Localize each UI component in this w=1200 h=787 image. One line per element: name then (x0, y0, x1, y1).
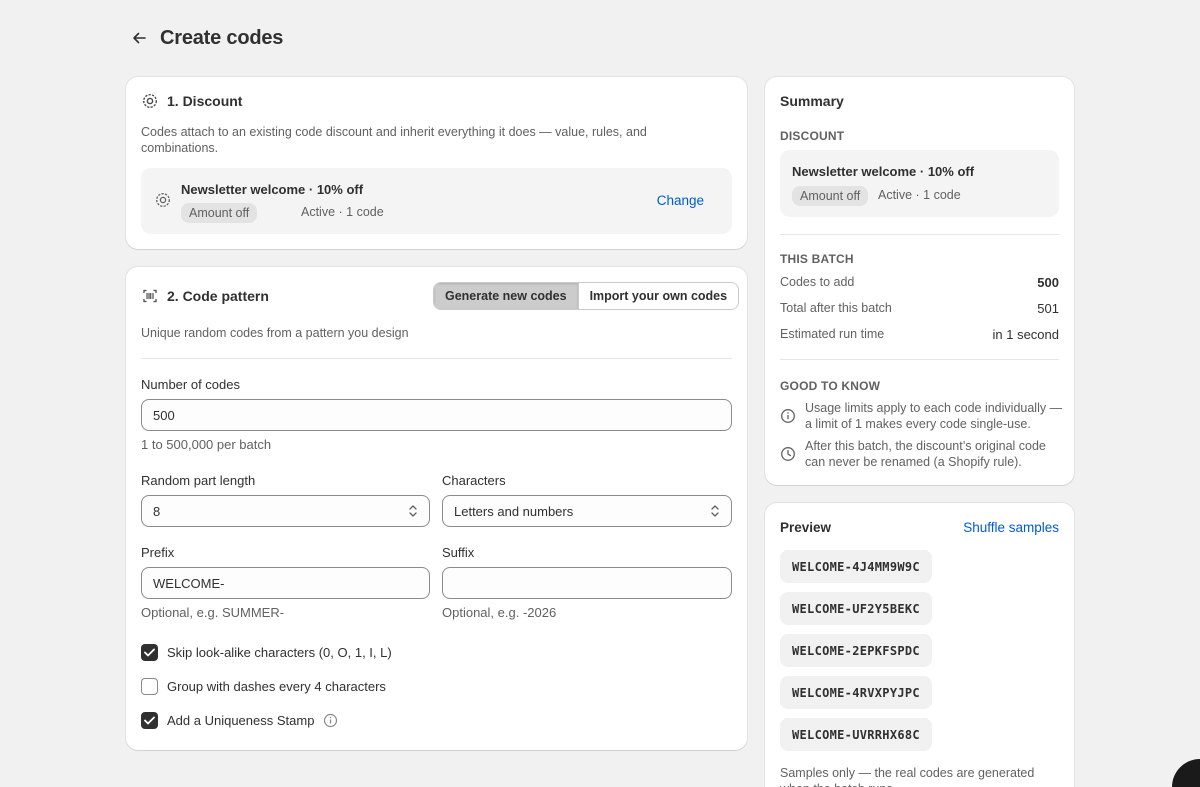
option-uniqueness-stamp: Add a Uniqueness Stamp (141, 712, 338, 729)
summary-discount-label: DISCOUNT (780, 129, 845, 143)
select-chevron-icon (408, 504, 418, 518)
note-usage-limits: Usage limits apply to each code individu… (780, 400, 1065, 432)
summary-row-codes-to-add: Codes to add 500 (780, 275, 1059, 290)
summary-row-value: in 1 second (992, 327, 1060, 342)
barcode-icon (142, 288, 158, 304)
skip-lookalike-checkbox[interactable] (141, 644, 158, 661)
number-of-codes-value: 500 (153, 407, 175, 423)
note-rename: After this batch, the discount’s origina… (780, 438, 1065, 470)
divider (780, 359, 1059, 360)
sample-code: WELCOME-2EPKFSPDC (780, 634, 932, 667)
this-batch-label: THIS BATCH (780, 252, 854, 266)
sample-code: WELCOME-4RVXPYJPC (780, 676, 932, 709)
divider (141, 358, 732, 359)
discount-type-badge: Amount off (181, 203, 258, 223)
skip-lookalike-label: Skip look-alike characters (0, O, 1, I, … (167, 645, 392, 660)
summary-row-value: 500 (1037, 275, 1059, 290)
random-length-label: Random part length (141, 473, 256, 488)
summary-discount-badge: Amount off (792, 186, 869, 206)
discount-description: Codes attach to an existing code discoun… (141, 125, 647, 155)
prefix-help: Optional, e.g. SUMMER- (141, 605, 285, 620)
group-dashes-checkbox[interactable] (141, 678, 158, 695)
code-pattern-card: 2. Code pattern Generate new codes Impor… (126, 267, 747, 750)
preview-footer: Samples only — the real codes are genera… (780, 766, 1035, 787)
info-icon[interactable] (323, 713, 338, 728)
summary-discount-name: Newsletter welcome · 10% off (792, 164, 975, 179)
summary-title: Summary (780, 93, 844, 109)
summary-row-run-time: Estimated run time in 1 second (780, 327, 1059, 342)
summary-discount-status: Active · 1 code (878, 188, 961, 202)
change-discount-link[interactable]: Change (657, 193, 704, 208)
good-to-know-label: GOOD TO KNOW (780, 379, 881, 393)
summary-row-key: Total after this batch (780, 301, 892, 315)
characters-select[interactable]: Letters and numbers (442, 495, 732, 527)
sample-code: WELCOME-UF2Y5BEKC (780, 592, 932, 625)
summary-card: Summary DISCOUNT Newsletter welcome · 10… (765, 77, 1074, 485)
uniqueness-stamp-label: Add a Uniqueness Stamp (167, 713, 315, 728)
discount-gear-icon (155, 192, 171, 208)
suffix-label: Suffix (442, 545, 475, 560)
summary-row-value: 501 (1037, 301, 1059, 316)
suffix-input[interactable] (442, 567, 732, 599)
sample-code: WELCOME-UVRRHX68C (780, 718, 932, 751)
random-length-value: 8 (153, 503, 161, 519)
group-dashes-label: Group with dashes every 4 characters (167, 679, 386, 694)
random-length-select[interactable]: 8 (141, 495, 430, 527)
note-text: After this batch, the discount’s origina… (805, 439, 1046, 469)
discount-gear-icon (142, 93, 158, 109)
preview-title: Preview (780, 520, 832, 535)
page-header: Create codes (128, 24, 283, 52)
code-pattern-title: 2. Code pattern (167, 288, 269, 304)
prefix-label: Prefix (141, 545, 175, 560)
suffix-help: Optional, e.g. -2026 (442, 605, 557, 620)
discount-card: 1. Discount Codes attach to an existing … (126, 77, 747, 249)
option-group-dashes: Group with dashes every 4 characters (141, 678, 386, 695)
discount-card-title: 1. Discount (167, 93, 243, 109)
preview-card: Preview Shuffle samples WELCOME-4J4MM9W9… (765, 503, 1074, 787)
code-pattern-description: Unique random codes from a pattern you d… (141, 326, 409, 340)
shuffle-samples-link[interactable]: Shuffle samples (963, 520, 1059, 535)
summary-row-total-after: Total after this batch 501 (780, 301, 1059, 316)
window-corner (1172, 759, 1200, 787)
pattern-mode-toggle: Generate new codes Import your own codes (433, 282, 740, 310)
clock-icon (780, 438, 796, 470)
option-skip-lookalike: Skip look-alike characters (0, O, 1, I, … (141, 644, 392, 661)
characters-label: Characters (442, 473, 506, 488)
prefix-input[interactable]: WELCOME- (141, 567, 430, 599)
summary-discount-box: Newsletter welcome · 10% off Amount off … (780, 150, 1059, 217)
note-text: Usage limits apply to each code individu… (805, 401, 1063, 431)
uniqueness-stamp-checkbox[interactable] (141, 712, 158, 729)
select-chevron-icon (710, 504, 720, 518)
characters-value: Letters and numbers (454, 503, 574, 519)
code-pattern-header: 2. Code pattern (142, 288, 269, 304)
selected-discount-name: Newsletter welcome · 10% off (181, 182, 364, 197)
page-title: Create codes (160, 26, 284, 49)
sample-code: WELCOME-4J4MM9W9C (780, 550, 932, 583)
number-of-codes-label: Number of codes (141, 377, 240, 392)
summary-row-key: Estimated run time (780, 327, 885, 341)
number-of-codes-help: 1 to 500,000 per batch (141, 437, 272, 452)
selected-discount: Newsletter welcome · 10% off Amount off … (141, 168, 732, 234)
discount-status: Active · 1 code (301, 205, 384, 219)
divider (780, 234, 1059, 235)
number-of-codes-input[interactable]: 500 (141, 399, 732, 431)
tab-import-own-codes[interactable]: Import your own codes (577, 283, 739, 309)
summary-row-key: Codes to add (780, 275, 855, 289)
discount-card-header: 1. Discount (142, 93, 242, 109)
tab-generate-new-codes[interactable]: Generate new codes (434, 283, 578, 309)
info-icon (780, 400, 796, 432)
prefix-value: WELCOME- (153, 575, 225, 591)
arrow-left-icon[interactable] (128, 24, 150, 52)
